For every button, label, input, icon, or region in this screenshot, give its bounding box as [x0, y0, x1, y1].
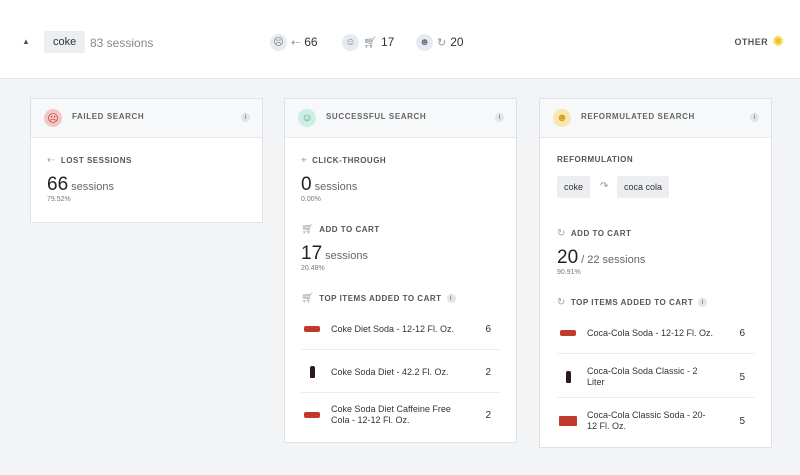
- lost-sessions-value: 66 sessions: [47, 174, 114, 196]
- product-thumbnail: [301, 326, 323, 332]
- failed-panel-header: ☹ FAILED SEARCH i: [31, 99, 262, 138]
- add-to-cart-value: 17 sessions: [301, 243, 368, 265]
- info-icon[interactable]: i: [241, 113, 250, 122]
- add-to-cart-pct: 90.91%: [557, 269, 581, 276]
- info-icon[interactable]: i: [750, 113, 759, 122]
- cart-icon: 🛒︎: [301, 293, 315, 304]
- exit-arrow-icon: ⇠: [291, 36, 301, 49]
- success-metric-value: 17: [380, 35, 395, 49]
- item-count: 6: [485, 323, 491, 335]
- sad-face-icon: ☹: [270, 33, 287, 51]
- add-to-cart-value: 20/ 22 sessions: [557, 247, 645, 269]
- happy-face-icon: ☺: [342, 33, 359, 51]
- item-name: Coca-Cola Soda - 12-12 Fl. Oz.: [587, 327, 714, 338]
- item-count: 5: [739, 415, 745, 427]
- info-icon[interactable]: i: [495, 113, 504, 122]
- item-name: Coke Diet Soda - 12-12 Fl. Oz.: [331, 323, 455, 334]
- lost-sessions-pct: 79.52%: [47, 196, 71, 203]
- top-items-label: 🛒︎ TOP ITEMS ADDED TO CART i: [301, 293, 456, 304]
- reformulate-cart-icon: ↻: [557, 297, 566, 308]
- lost-sessions-text: LOST SESSIONS: [60, 156, 132, 165]
- add-to-cart-number: 17: [301, 243, 323, 264]
- failed-search-panel: ☹ FAILED SEARCH i ⇠ LOST SESSIONS 66 sess…: [30, 98, 263, 223]
- lost-sessions-number: 66: [47, 174, 69, 195]
- add-to-cart-text: ADD TO CART: [570, 229, 632, 238]
- cart-icon: 🛒︎: [363, 36, 377, 49]
- reformulation-text: REFORMULATION: [557, 155, 634, 164]
- failed-metric: ☹ ⇠ 66: [270, 32, 318, 52]
- click-through-number: 0: [301, 174, 312, 195]
- add-to-cart-unit: sessions: [325, 250, 368, 262]
- top-items-text: TOP ITEMS ADDED TO CART: [319, 294, 442, 303]
- list-item[interactable]: Coca-Cola Classic Soda - 20-12 Fl. Oz. 5: [557, 401, 755, 441]
- query-chip: coke: [44, 31, 86, 53]
- reformulated-metric: ☻ ↻ 20: [416, 32, 464, 52]
- item-count: 2: [485, 409, 491, 421]
- add-to-cart-text: ADD TO CART: [319, 225, 380, 234]
- reformulated-panel-header: ☻ REFORMULATED SEARCH i: [540, 99, 771, 138]
- panel-title: FAILED SEARCH: [72, 112, 145, 121]
- successful-search-panel: ☺ SUCCESSFUL SEARCH i ⌖ CLICK-THROUGH 0s…: [284, 98, 517, 443]
- item-count: 5: [739, 371, 745, 383]
- cart-icon: 🛒︎: [301, 224, 315, 235]
- reformulate-cart-icon: ↻: [437, 36, 447, 49]
- product-thumbnail: [557, 330, 579, 336]
- item-name: Coke Soda Diet - 42.2 Fl. Oz.: [331, 366, 449, 377]
- wink-face-icon: ☻: [416, 33, 433, 51]
- list-item[interactable]: Coke Diet Soda - 12-12 Fl. Oz. 6: [301, 309, 501, 350]
- click-through-value: 0 sessions: [301, 174, 357, 196]
- top-items-text: TOP ITEMS ADDED TO CART: [570, 298, 694, 307]
- list-item[interactable]: Coca-Cola Soda - 12-12 Fl. Oz. 6: [557, 313, 755, 354]
- lost-sessions-unit: sessions: [71, 181, 114, 193]
- top-items-label: ↻ TOP ITEMS ADDED TO CART i: [557, 297, 708, 308]
- add-to-cart-pct: 20.48%: [301, 265, 325, 272]
- item-name: Coca-Cola Soda Classic - 2 Liter: [587, 366, 698, 387]
- other-label[interactable]: OTHER: [735, 37, 769, 47]
- failed-metric-value: 66: [304, 35, 318, 49]
- wink-face-icon: ☻: [553, 109, 571, 127]
- list-item[interactable]: Coke Soda Diet Caffeine Free Cola - 12-1…: [301, 395, 501, 435]
- lost-sessions-label: ⇠ LOST SESSIONS: [47, 155, 132, 166]
- click-through-label: ⌖ CLICK-THROUGH: [301, 155, 386, 166]
- panel-title: SUCCESSFUL SEARCH: [326, 112, 427, 121]
- product-thumbnail: [301, 366, 323, 378]
- cursor-icon: ⌖: [301, 155, 308, 166]
- reformulation-label: REFORMULATION: [557, 155, 633, 164]
- reformulation-to-chip: coca cola: [617, 176, 670, 198]
- query-header: ▲ coke 83 sessions ☹ ⇠ 66 ☺ 🛒︎ 17 ☻ ↻ 20…: [0, 0, 800, 79]
- list-item[interactable]: Coca-Cola Soda Classic - 2 Liter 5: [557, 357, 755, 398]
- click-through-text: CLICK-THROUGH: [312, 156, 387, 165]
- info-icon[interactable]: i: [698, 298, 708, 307]
- reformulation-from-chip: coke: [557, 176, 591, 198]
- item-count: 2: [485, 366, 491, 378]
- add-to-cart-label: 🛒︎ ADD TO CART: [301, 224, 380, 235]
- product-thumbnail: [557, 371, 579, 383]
- item-name: Coke Soda Diet Caffeine Free Cola - 12-1…: [331, 404, 451, 425]
- product-thumbnail: [557, 416, 579, 426]
- add-to-cart-number: 20: [557, 247, 579, 268]
- exit-arrow-icon: ⇠: [47, 155, 56, 166]
- success-metric: ☺ 🛒︎ 17: [342, 32, 394, 52]
- add-to-cart-unit: / 22 sessions: [581, 254, 646, 266]
- item-count: 6: [739, 327, 745, 339]
- panel-title: REFORMULATED SEARCH: [581, 112, 695, 121]
- happy-face-icon: ☺: [298, 109, 316, 127]
- sessions-count: 83 sessions: [90, 36, 154, 50]
- click-through-unit: sessions: [314, 181, 358, 193]
- add-to-cart-label: ↻ ADD TO CART: [557, 228, 631, 239]
- list-item[interactable]: Coke Soda Diet - 42.2 Fl. Oz. 2: [301, 352, 501, 393]
- reformulate-cart-icon: ↻: [557, 228, 566, 239]
- info-icon[interactable]: i: [446, 294, 456, 303]
- lightbulb-icon[interactable]: ✺: [772, 33, 784, 50]
- click-through-pct: 0.00%: [301, 196, 321, 203]
- reformulated-metric-value: 20: [450, 35, 464, 49]
- item-name: Coca-Cola Classic Soda - 20-12 Fl. Oz.: [587, 410, 706, 431]
- sad-face-icon: ☹: [44, 109, 62, 127]
- reformulated-search-panel: ☻ REFORMULATED SEARCH i REFORMULATION co…: [539, 98, 772, 448]
- reformulate-arrow-icon: ↷: [600, 181, 609, 192]
- product-thumbnail: [301, 412, 323, 418]
- successful-panel-header: ☺ SUCCESSFUL SEARCH i: [285, 99, 516, 138]
- collapse-caret-icon[interactable]: ▲: [22, 37, 30, 46]
